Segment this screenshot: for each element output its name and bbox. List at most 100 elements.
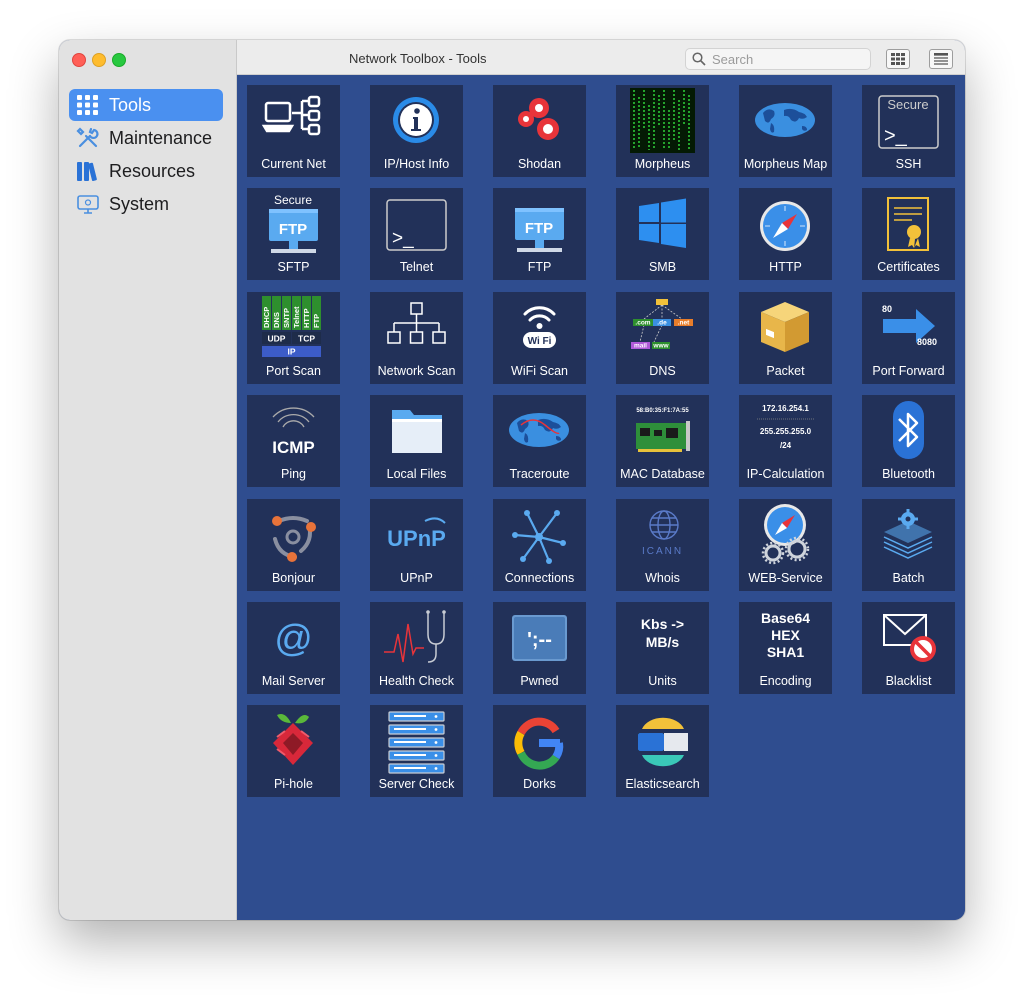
tool-label: Health Check [378,674,455,688]
sidebar-item-resources[interactable]: Resources [69,155,223,187]
portscan-proto-4: HTTP [302,308,311,328]
tool-health-check[interactable]: Health Check [370,602,463,694]
tool-wifi-scan[interactable]: Wi Fi WiFi Scan [493,292,586,384]
tool-label: Local Files [386,467,447,481]
sidebar-item-tools[interactable]: Tools [69,89,223,121]
at-sign-icon: @ [274,618,313,660]
close-window-button[interactable] [72,53,86,67]
tool-morpheus[interactable]: Morpheus [616,85,709,177]
encoding-line-2: HEX [771,627,800,643]
tool-ssh[interactable]: Secure >_ SSH [862,85,955,177]
list-view-icon [934,53,948,65]
tool-current-net[interactable]: Current Net [247,85,340,177]
bonjour-icon [272,516,316,562]
tool-label: Morpheus Map [743,157,828,171]
dns-tree-icon: .com .de .net mail www [631,299,693,350]
tool-label: SSH [895,157,922,171]
tool-http[interactable]: HTTP [739,188,832,280]
portscan-ip: IP [287,347,295,357]
tool-smb[interactable]: SMB [616,188,709,280]
search-icon [692,52,706,66]
secure-terminal-icon: Secure >_ [878,95,939,149]
folder-icon [392,410,442,453]
tool-mail-server[interactable]: @ Mail Server [247,602,340,694]
tool-label: Certificates [877,260,940,274]
monitor-icon [75,191,101,217]
minimize-window-button[interactable] [92,53,106,67]
tool-elasticsearch[interactable]: Elasticsearch [616,705,709,797]
ssh-secure-text: Secure [887,97,928,112]
tool-label: SMB [648,260,677,274]
tool-label: Blacklist [885,674,932,688]
tool-ping[interactable]: ICMP Ping [247,395,340,487]
tool-bluetooth[interactable]: Bluetooth [862,395,955,487]
tool-whois[interactable]: ICANN Whois [616,499,709,591]
google-g-icon [514,717,564,770]
tool-network-scan[interactable]: Network Scan [370,292,463,384]
units-line-1: Kbs -> [641,616,684,632]
search-field[interactable]: Search [685,48,871,70]
tool-dorks[interactable]: Dorks [493,705,586,797]
tool-port-forward[interactable]: 80 8080 Port Forward [862,292,955,384]
tool-label: DNS [649,364,676,378]
tool-mac-database[interactable]: 58:B0:35:F1:7A:55 MAC Database [616,395,709,487]
portscan-udp: UDP [268,334,286,344]
portfwd-to: 8080 [917,337,937,347]
tool-sftp[interactable]: Secure FTP SFTP [247,188,340,280]
tool-ip-calculation[interactable]: 172.16.254.1 255.255.255.0 /24 IP-Calcul… [739,395,832,487]
tool-blacklist[interactable]: Blacklist [862,602,955,694]
icann-text: ICANN [642,546,683,557]
portfwd-from: 80 [882,304,892,314]
tool-label: Telnet [399,260,434,274]
tool-units[interactable]: Kbs -> MB/s Units [616,602,709,694]
ftp-text: FTP [525,220,553,237]
dns-label-3: mail [634,343,647,350]
secure-ftp-icon: Secure FTP [269,193,318,253]
tool-traceroute[interactable]: Traceroute [493,395,586,487]
tool-morpheus-map[interactable]: Morpheus Map [739,85,832,177]
tool-upnp[interactable]: UPnP UPnP [370,499,463,591]
tool-label: WEB-Service [748,571,823,585]
zoom-window-button[interactable] [112,53,126,67]
sidebar-item-system[interactable]: System [69,188,223,220]
tool-label: Whois [645,571,680,585]
grid-view-button[interactable] [886,49,910,69]
tool-certificates[interactable]: Certificates [862,188,955,280]
tool-encoding[interactable]: Base64 HEX SHA1 Encoding [739,602,832,694]
tool-connections[interactable]: Connections [493,499,586,591]
tool-pi-hole[interactable]: Pi-hole [247,705,340,797]
dns-label-4: www [652,343,669,350]
tool-ftp[interactable]: FTP FTP [493,188,586,280]
tool-packet[interactable]: Packet [739,292,832,384]
tool-shodan[interactable]: Shodan [493,85,586,177]
tool-label: Network Scan [377,364,456,378]
sidebar-item-maintenance[interactable]: Maintenance [69,122,223,154]
tool-local-files[interactable]: Local Files [370,395,463,487]
portscan-proto-0: DHCP [262,307,271,328]
pi-hole-icon [273,714,313,765]
tool-ip-host-info[interactable]: IP/Host Info [370,85,463,177]
dns-label-1: .de [657,320,667,327]
wifi-text: Wi Fi [528,336,552,347]
tool-label: Shodan [517,157,562,171]
traceroute-map-icon [509,413,569,447]
forward-arrow-icon: 80 8080 [882,304,937,347]
tool-batch[interactable]: Batch [862,499,955,591]
tool-label: SFTP [277,260,310,274]
icmp-ping-icon: ICMP [272,407,315,457]
web-service-gears-icon [761,504,810,565]
tool-label: Port Scan [266,364,321,378]
tool-bonjour[interactable]: Bonjour [247,499,340,591]
tool-dns[interactable]: .com .de .net mail www DNS [616,292,709,384]
network-tree-icon [387,302,446,344]
tool-server-check[interactable]: Server Check [370,705,463,797]
tool-pwned[interactable]: ';-- Pwned [493,602,586,694]
windows-icon [639,198,686,248]
pwned-icon: ';-- [512,615,567,661]
list-view-button[interactable] [929,49,953,69]
encoding-line-3: SHA1 [767,644,805,660]
tool-web-service[interactable]: WEB-Service [739,499,832,591]
info-icon [393,97,439,143]
tool-port-scan[interactable]: DHCP DNS SNTP Telnet HTTP FTP UDP TCP IP… [247,292,340,384]
tool-telnet[interactable]: >_ Telnet [370,188,463,280]
